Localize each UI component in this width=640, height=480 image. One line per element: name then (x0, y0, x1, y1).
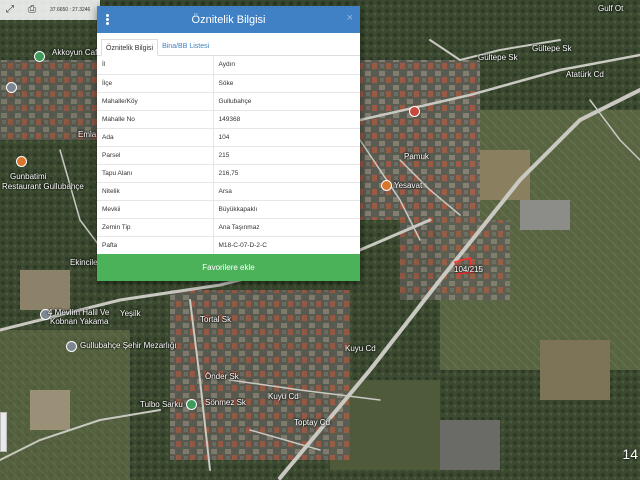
table-row: Zemin Tip Ana Taşınmaz (97, 218, 360, 237)
attribute-value: Söke (212, 74, 360, 93)
attribute-key: Mahalle No (97, 110, 213, 129)
attribute-table: İl Aydın İlçe Söke Mahalle/Köy Gullubahçe M… (97, 56, 360, 255)
attribute-value: Aydın (212, 56, 360, 75)
park-marker-icon[interactable] (34, 51, 45, 62)
map-label: Kuyu Cd (345, 344, 376, 353)
attribute-key: Zemin Tip (97, 218, 213, 237)
attribute-key: Tapu Alanı (97, 164, 213, 183)
map-label: Sönmez Sk (205, 398, 246, 407)
table-row: Ada 104 (97, 128, 360, 147)
map-label: Akkoyun Cafe (52, 48, 102, 57)
map-label: Ekincile (70, 258, 98, 267)
attribute-value: 149368 (212, 110, 360, 129)
attribute-key: Ada (97, 128, 213, 147)
table-row: Nitelik Arsa (97, 182, 360, 201)
table-row: Mahalle/Köy Gullubahçe (97, 92, 360, 111)
place-marker-icon[interactable] (409, 106, 420, 117)
attribute-key: Nitelik (97, 182, 213, 201)
attribute-key: İl (97, 56, 213, 75)
dialog-title: Öznitelik Bilgisi (191, 13, 266, 26)
map-label: Gullubahçe Şehir Mezarlığı (80, 341, 177, 350)
attribute-value: Arsa (212, 182, 360, 201)
location-marker-icon[interactable] (6, 82, 17, 93)
table-row: Parsel 215 (97, 146, 360, 165)
tab-attribute-info[interactable]: Öznitelik Bilgisi (101, 39, 159, 56)
print-icon[interactable]: ⎙ (26, 4, 38, 16)
map-label: 104/215 (454, 265, 483, 274)
table-row: İlçe Söke (97, 74, 360, 93)
map-label: Atatürk Cd (566, 70, 604, 79)
attribute-key: Mevkii (97, 200, 213, 219)
cafe-marker-icon[interactable] (381, 180, 392, 191)
dialog-header: Öznitelik Bilgisi × (97, 6, 360, 33)
park-marker-icon[interactable] (186, 399, 197, 410)
map-label: Yesavat (394, 181, 423, 190)
map-label: Kobnan Yakama (50, 317, 109, 326)
attribute-value: Ana Taşınmaz (212, 218, 360, 237)
map-label: 4 Mevlim Halil Ve (48, 308, 110, 317)
attribute-value: 216,75 (212, 164, 360, 183)
map-label: Toptay Cd (294, 418, 331, 427)
attribute-value: 215 (212, 146, 360, 165)
map-label: Pamuk (404, 152, 429, 161)
map-label: Tulbo Sarku (140, 400, 183, 409)
add-to-favorites-button[interactable]: Favorilere ekle (97, 254, 360, 281)
side-panel-handle[interactable] (0, 412, 7, 452)
map-label: Tortal Sk (200, 315, 232, 324)
table-row: Pafta M18-C-07-D-2-C (97, 236, 360, 255)
map-label: Restaurant Gullubahçe (2, 182, 84, 191)
close-icon[interactable]: × (347, 13, 353, 24)
more-vertical-icon[interactable] (106, 14, 110, 25)
table-row: Mahalle No 149368 (97, 110, 360, 129)
map-label: Gültepe Sk (478, 53, 518, 62)
dialog-tabs: Öznitelik Bilgisi Bina/BB Listesi (97, 33, 360, 56)
attribute-key: İlçe (97, 74, 213, 93)
map-label: Gulf Ot (598, 4, 624, 13)
coordinate-readout: 37.6650 : 27.3246 (50, 7, 91, 13)
attribute-value: Büyükkapaklı (212, 200, 360, 219)
table-row: İl Aydın (97, 56, 360, 75)
map-label: Yeşilk (120, 309, 141, 318)
attribute-value: 104 (212, 128, 360, 147)
expand-icon[interactable]: ⤢ (4, 4, 16, 16)
map-label: Önder Sk (205, 372, 239, 381)
table-row: Mevkii Büyükkapaklı (97, 200, 360, 219)
attribute-key: Mahalle/Köy (97, 92, 213, 111)
attribute-key: Parsel (97, 146, 213, 165)
map-label: Gültepe Sk (532, 44, 572, 53)
map-label: Gunbatimi (10, 172, 47, 181)
map-label: Kuyu Cd (268, 392, 299, 401)
cemetery-marker-icon[interactable] (66, 341, 77, 352)
attribute-info-dialog: Öznitelik Bilgisi × Öznitelik Bilgisi Bi… (97, 6, 360, 281)
zoom-level-readout: 14 (622, 446, 638, 462)
tab-building-list[interactable]: Bina/BB Listesi (158, 38, 213, 55)
table-row: Tapu Alanı 216,75 (97, 164, 360, 183)
map-label: Emla (78, 130, 97, 139)
attribute-value: M18-C-07-D-2-C (212, 236, 360, 255)
attribute-value: Gullubahçe (212, 92, 360, 111)
map-toolbar: ⤢ ⎙ 37.6650 : 27.3246 (0, 0, 100, 20)
attribute-key: Pafta (97, 236, 213, 255)
restaurant-marker-icon[interactable] (16, 156, 27, 167)
